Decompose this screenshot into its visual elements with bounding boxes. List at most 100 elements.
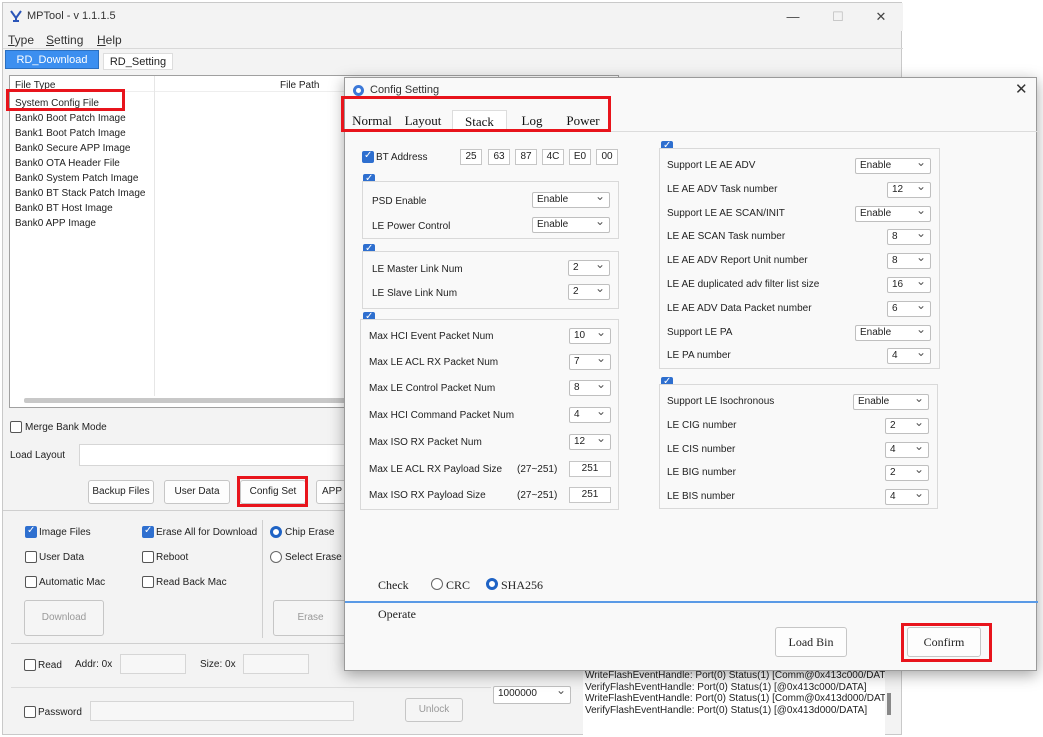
- erase-button[interactable]: Erase: [273, 600, 348, 636]
- unlock-button[interactable]: Unlock: [405, 698, 463, 722]
- ae-label: Support LE PA: [667, 326, 733, 338]
- menu-type[interactable]: Type: [8, 33, 34, 47]
- bt-address-byte[interactable]: 4C: [542, 149, 564, 165]
- iso-select[interactable]: 4: [885, 486, 929, 506]
- file-row[interactable]: Bank0 BT Stack Patch Image: [10, 186, 155, 201]
- highlight-tabs: [341, 96, 611, 132]
- dialog-close-button[interactable]: ✕: [1015, 80, 1028, 98]
- ae-select[interactable]: 6: [887, 298, 931, 317]
- bt-address-byte[interactable]: 25: [460, 149, 482, 165]
- max-le-acl-rx-select[interactable]: 7: [569, 351, 611, 370]
- tab-rd-download[interactable]: RD_Download: [5, 50, 99, 69]
- file-row[interactable]: Bank1 Boot Patch Image: [10, 126, 155, 141]
- file-row[interactable]: Bank0 Boot Patch Image: [10, 111, 155, 126]
- acl-payload-label: Max LE ACL RX Payload Size: [369, 464, 503, 475]
- password-field[interactable]: [90, 701, 354, 721]
- file-row[interactable]: Bank0 BT Host Image: [10, 201, 155, 216]
- max-le-acl-rx-value: 7: [574, 356, 580, 367]
- file-row[interactable]: Bank0 APP Image: [10, 216, 155, 231]
- menu-bar: Type Setting Help: [3, 31, 903, 49]
- menu-help[interactable]: Help: [97, 33, 122, 47]
- bt-address-checkbox[interactable]: [362, 150, 374, 163]
- automatic-mac-checkbox[interactable]: [25, 576, 37, 588]
- crc-label: CRC: [446, 578, 471, 592]
- size-field[interactable]: [243, 654, 309, 674]
- log-line: WriteFlashEventHandle: Port(0) Status(1)…: [585, 693, 885, 704]
- ae-select[interactable]: 4: [887, 345, 931, 365]
- ae-select[interactable]: 8: [887, 250, 931, 270]
- sha256-radio[interactable]: [486, 578, 498, 590]
- acl-payload-input[interactable]: 251: [569, 461, 611, 477]
- ae-select[interactable]: Enable: [855, 155, 931, 174]
- backup-files-button[interactable]: Backup Files: [88, 480, 154, 504]
- read-back-mac-checkbox[interactable]: [142, 576, 154, 588]
- dialog-title: Config Setting: [370, 84, 440, 96]
- ae-select[interactable]: 16: [887, 274, 931, 293]
- ae-label: LE AE ADV Report Unit number: [667, 255, 808, 267]
- ae-select[interactable]: Enable: [855, 322, 931, 341]
- le-slave-label: LE Slave Link Num: [372, 288, 458, 299]
- minimize-button[interactable]: —: [773, 7, 813, 27]
- bt-address-byte[interactable]: 63: [488, 149, 510, 165]
- iso-label: LE BIS number: [667, 491, 735, 503]
- ae-select[interactable]: Enable: [855, 203, 931, 222]
- log-scrollbar[interactable]: [887, 693, 891, 715]
- baud-rate-select[interactable]: 1000000: [493, 683, 571, 704]
- crc-radio[interactable]: [431, 578, 443, 590]
- user-data-button[interactable]: User Data: [164, 480, 230, 504]
- file-row[interactable]: Bank0 OTA Header File: [10, 156, 155, 171]
- app-logo-icon: [9, 9, 23, 23]
- reboot-checkbox[interactable]: [142, 551, 154, 563]
- load-layout-field[interactable]: [79, 444, 349, 466]
- iso-select[interactable]: Enable: [853, 391, 929, 410]
- window-title: MPTool - v 1.1.1.5: [27, 10, 116, 22]
- sha256-label: SHA256: [501, 578, 544, 592]
- ae-value: 16: [892, 279, 904, 290]
- merge-bank-checkbox[interactable]: [10, 421, 22, 433]
- read-checkbox[interactable]: [24, 659, 36, 671]
- menu-setting[interactable]: Setting: [46, 33, 83, 47]
- select-erase-radio[interactable]: [270, 551, 282, 563]
- file-row[interactable]: Bank0 Secure APP Image: [10, 141, 155, 156]
- file-row[interactable]: Bank0 System Patch Image: [10, 171, 155, 186]
- iso-value: 4: [890, 491, 896, 503]
- iso-payload-input[interactable]: 251: [569, 487, 611, 503]
- bt-address-byte[interactable]: 87: [515, 149, 537, 165]
- iso-select[interactable]: 2: [885, 462, 929, 482]
- iso-select[interactable]: 2: [885, 415, 929, 434]
- max-hci-event-select[interactable]: 10: [569, 325, 611, 344]
- le-master-select[interactable]: 2: [568, 257, 610, 276]
- le-slave-select[interactable]: 2: [568, 281, 610, 300]
- user-data-checkbox[interactable]: [25, 551, 37, 563]
- maximize-button[interactable]: ☐: [818, 7, 858, 27]
- bt-address-byte[interactable]: E0: [569, 149, 591, 165]
- le-power-select[interactable]: Enable: [532, 214, 610, 233]
- max-hci-command-select[interactable]: 4: [569, 404, 611, 423]
- merge-bank-label: Merge Bank Mode: [25, 422, 107, 433]
- close-button[interactable]: ✕: [861, 7, 901, 27]
- ae-select[interactable]: 12: [887, 179, 931, 198]
- ae-select[interactable]: 8: [887, 226, 931, 246]
- iso-value: 2: [890, 419, 896, 431]
- bt-address-byte[interactable]: 00: [596, 149, 618, 165]
- psd-enable-select[interactable]: Enable: [532, 189, 610, 208]
- load-bin-button[interactable]: Load Bin: [775, 627, 847, 657]
- max-iso-rx-select[interactable]: 12: [569, 431, 611, 450]
- password-checkbox[interactable]: [24, 706, 36, 718]
- ae-label: LE AE ADV Task number: [667, 183, 778, 195]
- le-slave-value: 2: [573, 286, 579, 297]
- ae-label: LE AE ADV Data Packet number: [667, 302, 812, 314]
- max-le-control-select[interactable]: 8: [569, 377, 611, 396]
- iso-label: LE CIS number: [667, 443, 736, 455]
- tab-rd-setting[interactable]: RD_Setting: [103, 53, 173, 70]
- chip-erase-radio[interactable]: [270, 526, 282, 538]
- iso-payload-label: Max ISO RX Payload Size: [369, 490, 486, 501]
- iso-select[interactable]: 4: [885, 439, 929, 458]
- erase-all-checkbox[interactable]: [142, 525, 154, 538]
- image-files-checkbox[interactable]: [25, 525, 37, 538]
- download-button[interactable]: Download: [24, 600, 104, 636]
- addr-field[interactable]: [120, 654, 186, 674]
- section-divider: [11, 687, 491, 688]
- ae-value: 12: [892, 183, 904, 195]
- max-hci-event-value: 10: [574, 330, 586, 341]
